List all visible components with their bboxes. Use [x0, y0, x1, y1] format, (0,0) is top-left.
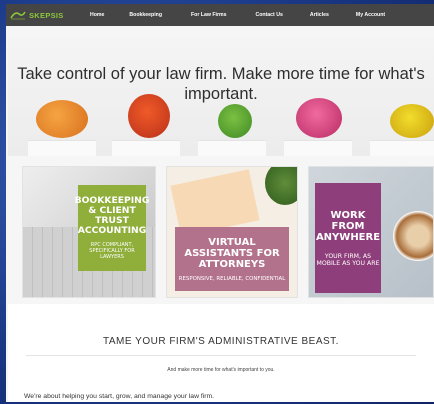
coffee-cup-photo: [393, 211, 433, 261]
browser-viewport: SKEPSIS Home Bookkeeping For Law Firms C…: [6, 4, 434, 402]
card-virtual-assistants-panel: VIRTUAL ASSISTANTS FOR ATTORNEYS RESPONS…: [175, 227, 289, 291]
section-subheading: And make more time for what's important …: [167, 367, 275, 373]
plant-photo: [265, 167, 297, 205]
nav-articles[interactable]: Articles: [310, 12, 329, 18]
hero-banner: Take control of your law firm. Make more…: [8, 38, 434, 156]
card-work-anywhere-panel: WORK FROM ANYWHERE YOUR FIRM, AS MOBILE …: [315, 183, 381, 293]
section-heading: TAME YOUR FIRM'S ADMINISTRATIVE BEAST.: [103, 336, 339, 347]
hero-title: Take control of your law firm. Make more…: [17, 65, 425, 103]
card-virtual-assistants-subtitle: RESPONSIVE, RELIABLE, CONFIDENTIAL: [178, 275, 286, 282]
brand-logo[interactable]: SKEPSIS: [10, 10, 84, 20]
nav-bookkeeping[interactable]: Bookkeeping: [129, 12, 162, 18]
main-menu: Home Bookkeeping For Law Firms Contact U…: [84, 12, 385, 18]
card-virtual-assistants-title: VIRTUAL ASSISTANTS FOR ATTORNEYS: [184, 236, 280, 270]
nav-for-law-firms[interactable]: For Law Firms: [191, 12, 226, 18]
card-bookkeeping-panel: BOOKKEEPING & CLIENT TRUST ACCOUNTING RP…: [75, 185, 149, 271]
card-virtual-assistants[interactable]: VIRTUAL ASSISTANTS FOR ATTORNEYS RESPONS…: [166, 166, 298, 298]
card-work-anywhere[interactable]: WORK FROM ANYWHERE YOUR FIRM, AS MOBILE …: [308, 166, 434, 298]
card-bookkeeping[interactable]: BOOKKEEPING & CLIENT TRUST ACCOUNTING RP…: [22, 166, 156, 298]
brand-name: SKEPSIS: [29, 10, 64, 20]
about-text: We're about helping you start, grow, and…: [24, 393, 215, 400]
card-bookkeeping-subtitle: RPC COMPLIANT, SPECIFICALLY FOR LAWYERS: [89, 242, 135, 260]
nav-home[interactable]: Home: [90, 12, 104, 18]
top-nav-bar: SKEPSIS Home Bookkeeping For Law Firms C…: [6, 4, 434, 26]
logo-icon: [10, 11, 26, 20]
section-divider: [26, 355, 416, 356]
nav-contact-us[interactable]: Contact Us: [255, 12, 282, 18]
nav-my-account[interactable]: My Account: [356, 12, 385, 18]
intro-section: TAME YOUR FIRM'S ADMINISTRATIVE BEAST. A…: [8, 304, 434, 402]
card-bookkeeping-title: BOOKKEEPING & CLIENT TRUST ACCOUNTING: [74, 195, 150, 236]
card-work-anywhere-subtitle: YOUR FIRM, AS MOBILE AS YOU ARE: [316, 252, 380, 267]
card-work-anywhere-title: WORK FROM ANYWHERE: [315, 209, 381, 243]
